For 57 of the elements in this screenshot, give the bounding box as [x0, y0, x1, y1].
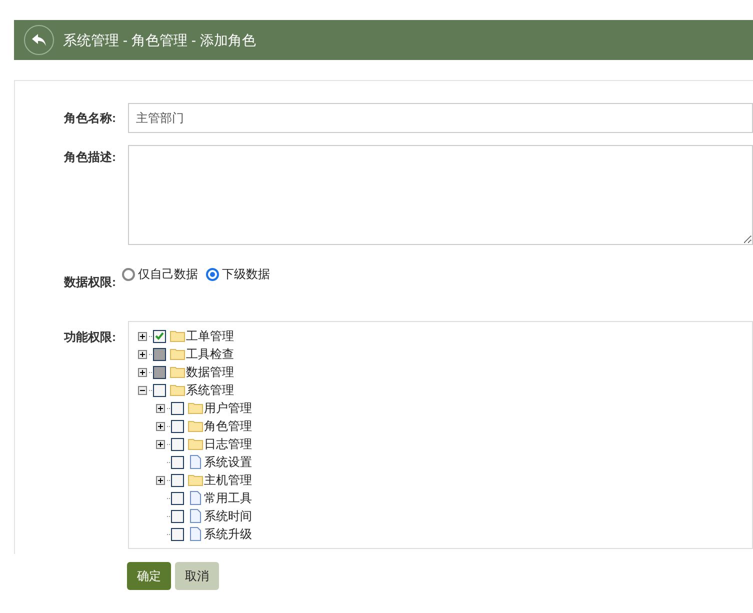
expand-icon[interactable]	[138, 350, 147, 358]
checkbox[interactable]	[171, 456, 184, 468]
field-label: 角色名称:	[62, 110, 117, 127]
folder-icon	[170, 384, 185, 396]
checkbox[interactable]	[171, 528, 184, 540]
back-button[interactable]	[24, 25, 54, 55]
checkbox[interactable]	[171, 510, 184, 522]
document-icon	[189, 509, 202, 523]
expand-icon[interactable]	[156, 476, 165, 484]
field-label: 数据权限:	[62, 274, 117, 291]
tree-item-label[interactable]: 日志管理	[204, 435, 252, 453]
checkbox[interactable]	[153, 330, 166, 342]
expand-icon[interactable]	[156, 404, 165, 412]
page-title: 系统管理 - 角色管理 - 添加角色	[63, 30, 256, 50]
document-icon	[189, 527, 202, 541]
folder-icon	[188, 438, 203, 450]
checkbox[interactable]	[171, 492, 184, 504]
radio-option[interactable]: 仅自己数据	[122, 265, 198, 283]
expand-icon[interactable]	[156, 440, 165, 448]
folder-icon	[170, 366, 185, 378]
tree-item-label[interactable]: 工单管理	[186, 327, 234, 345]
radio-button[interactable]	[206, 268, 219, 280]
tree-item-label[interactable]: 系统管理	[186, 381, 234, 399]
document-icon	[189, 455, 202, 469]
tree-item-label[interactable]: 系统时间	[204, 507, 252, 525]
checkbox[interactable]	[171, 474, 184, 486]
description-input[interactable]	[128, 145, 753, 245]
back-arrow-icon	[31, 33, 47, 47]
cancel-button[interactable]: 取消	[175, 562, 219, 590]
field-label: 功能权限:	[63, 329, 117, 346]
confirm-button[interactable]: 确定	[127, 562, 171, 590]
checkbox[interactable]	[171, 420, 184, 432]
expand-icon[interactable]	[156, 422, 165, 430]
expand-icon[interactable]	[138, 368, 147, 376]
tree-item-label[interactable]: 系统设置	[204, 453, 252, 471]
expand-icon[interactable]	[138, 332, 147, 340]
document-icon	[189, 491, 202, 505]
checkbox[interactable]	[171, 438, 184, 450]
checkbox[interactable]	[153, 384, 166, 396]
name-input[interactable]: 主管部门	[128, 103, 753, 133]
tree-item-label[interactable]: 用户管理	[204, 399, 252, 417]
collapse-icon[interactable]	[138, 386, 147, 394]
tree-item-label[interactable]: 数据管理	[186, 363, 234, 381]
tree-item-label[interactable]: 工具检查	[186, 345, 234, 363]
folder-icon	[188, 474, 203, 486]
tree-item-label[interactable]: 角色管理	[204, 417, 252, 435]
tree-item-label[interactable]: 系统升级	[204, 525, 252, 543]
folder-icon	[170, 330, 185, 342]
field-label: 角色描述:	[62, 149, 117, 166]
radio-option[interactable]: 下级数据	[206, 265, 270, 283]
radio-button[interactable]	[122, 268, 135, 280]
tree-item-label[interactable]: 主机管理	[204, 471, 252, 489]
folder-icon	[188, 420, 203, 432]
tree-item-label[interactable]: 常用工具	[204, 489, 252, 507]
folder-icon	[188, 402, 203, 414]
folder-icon	[170, 348, 185, 360]
checkbox[interactable]	[171, 402, 184, 414]
